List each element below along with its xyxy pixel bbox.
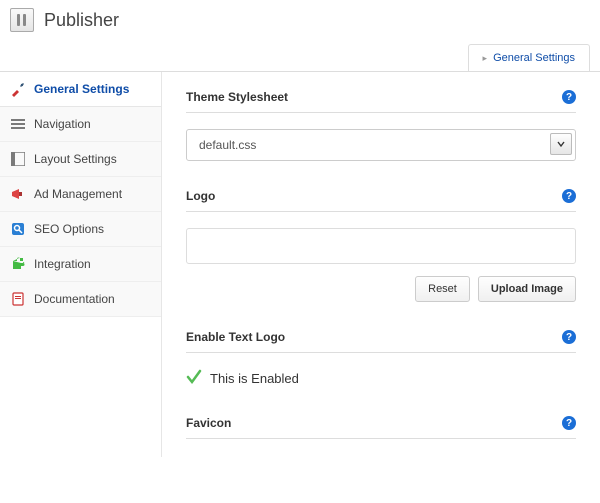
stylesheet-select-wrap xyxy=(186,129,576,161)
logo-input[interactable] xyxy=(186,228,576,264)
tab-arrow-icon: ▸ xyxy=(483,53,488,64)
search-icon xyxy=(10,221,26,237)
sidebar-item-label: Navigation xyxy=(34,117,91,131)
sidebar-item-layout-settings[interactable]: Layout Settings xyxy=(0,142,161,177)
help-icon[interactable]: ? xyxy=(562,416,576,430)
sidebar-item-ad-management[interactable]: Ad Management xyxy=(0,177,161,212)
app-title: Publisher xyxy=(44,10,119,31)
app-logo-icon xyxy=(10,8,34,32)
sidebar-item-general-settings[interactable]: General Settings xyxy=(0,72,161,107)
sidebar-item-label: Documentation xyxy=(34,292,115,306)
sidebar-item-seo-options[interactable]: SEO Options xyxy=(0,212,161,247)
app-header: Publisher xyxy=(0,0,600,44)
section-label: Enable Text Logo xyxy=(186,330,285,344)
sidebar-item-label: Integration xyxy=(34,257,91,271)
enabled-status-text: This is Enabled xyxy=(210,371,299,386)
section-label: Favicon xyxy=(186,416,231,430)
puzzle-icon xyxy=(10,256,26,272)
section-enable-text-logo: Enable Text Logo ? This is Enabled xyxy=(186,330,576,388)
help-icon[interactable]: ? xyxy=(562,330,576,344)
section-label: Theme Stylesheet xyxy=(186,90,288,104)
section-theme-stylesheet: Theme Stylesheet ? xyxy=(186,90,576,161)
upload-image-button[interactable]: Upload Image xyxy=(478,276,576,302)
sidebar-item-navigation[interactable]: Navigation xyxy=(0,107,161,142)
sidebar-item-label: General Settings xyxy=(34,82,129,96)
list-icon xyxy=(10,116,26,132)
section-logo: Logo ? Reset Upload Image xyxy=(186,189,576,302)
section-label: Logo xyxy=(186,189,215,203)
main-layout: General Settings Navigation Layout Setti… xyxy=(0,72,600,457)
main-content: Theme Stylesheet ? Logo ? Reset Upload I… xyxy=(162,72,600,457)
reset-button[interactable]: Reset xyxy=(415,276,470,302)
sidebar-item-integration[interactable]: Integration xyxy=(0,247,161,282)
help-icon[interactable]: ? xyxy=(562,189,576,203)
logo-button-row: Reset Upload Image xyxy=(186,276,576,302)
section-head: Logo ? xyxy=(186,189,576,212)
section-favicon: Favicon ? xyxy=(186,416,576,439)
check-icon xyxy=(186,369,202,388)
help-icon[interactable]: ? xyxy=(562,90,576,104)
sidebar: General Settings Navigation Layout Setti… xyxy=(0,72,162,457)
section-head: Enable Text Logo ? xyxy=(186,330,576,353)
sidebar-item-label: Ad Management xyxy=(34,187,122,201)
section-head: Favicon ? xyxy=(186,416,576,439)
sidebar-item-label: Layout Settings xyxy=(34,152,117,166)
tab-bar: ▸ General Settings xyxy=(0,44,600,72)
document-icon xyxy=(10,291,26,307)
stylesheet-select[interactable] xyxy=(186,129,576,161)
sidebar-item-label: SEO Options xyxy=(34,222,104,236)
enabled-status-row: This is Enabled xyxy=(186,369,576,388)
sidebar-item-documentation[interactable]: Documentation xyxy=(0,282,161,317)
megaphone-icon xyxy=(10,186,26,202)
tab-general-settings[interactable]: ▸ General Settings xyxy=(468,44,590,71)
layout-icon xyxy=(10,151,26,167)
tab-label: General Settings xyxy=(493,52,575,64)
section-head: Theme Stylesheet ? xyxy=(186,90,576,113)
tools-icon xyxy=(10,81,26,97)
